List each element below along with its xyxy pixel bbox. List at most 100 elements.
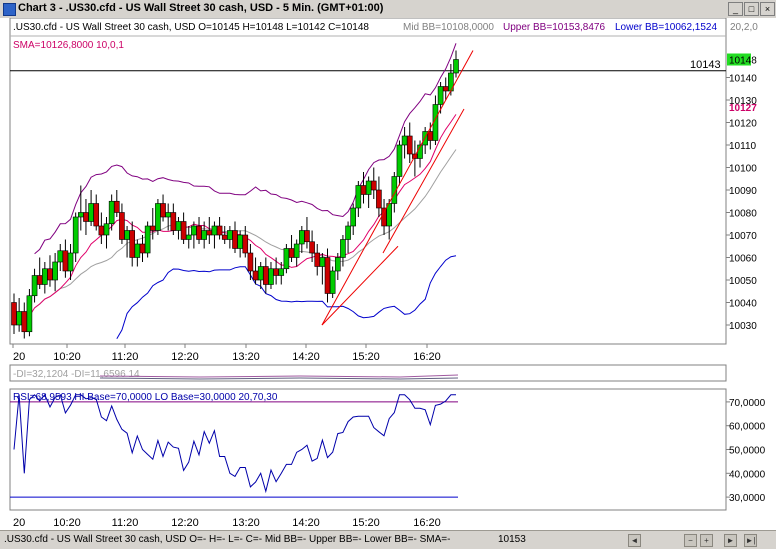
window-title-bar: Chart 3 - .US30.cfd - US Wall Street 30 … xyxy=(0,0,776,19)
current-price-line-label: 10143 xyxy=(690,59,721,71)
main-y-tick-label: 10090 xyxy=(729,186,757,197)
main-y-tick-label: 10080 xyxy=(729,209,757,220)
main-y-tick-label: 10100 xyxy=(729,164,757,175)
candle-body xyxy=(83,212,89,222)
candle-body xyxy=(36,275,43,285)
status-text: .US30.cfd - US Wall Street 30 cash, USD … xyxy=(4,534,451,545)
candle-body xyxy=(62,250,69,272)
candle-body xyxy=(160,203,166,218)
candle-body xyxy=(227,230,233,240)
scroll-left-icon[interactable]: ◄ xyxy=(628,534,641,547)
candle-body xyxy=(345,225,351,240)
candle-body xyxy=(365,180,372,195)
main-x-tick-label: 20 xyxy=(13,351,25,363)
main-x-tick-label: 11:20 xyxy=(112,351,139,363)
rsi-y-tick-label: 50,0000 xyxy=(729,446,766,457)
rsi-x-tick-label: 11:20 xyxy=(112,517,139,529)
candle-body xyxy=(201,230,207,240)
candle-body xyxy=(42,268,48,285)
rsi-y-tick-label: 40,0000 xyxy=(729,469,766,480)
candle-body xyxy=(252,270,259,281)
candle-body xyxy=(206,230,213,236)
rsi-x-tick-label: 14:20 xyxy=(292,517,320,529)
candle-body xyxy=(191,225,197,236)
candle-body xyxy=(340,239,346,258)
candle-body xyxy=(406,135,413,155)
chart-area[interactable]: .US30.cfd - US Wall Street 30 cash, USD … xyxy=(0,17,776,532)
candle-body xyxy=(221,234,228,240)
candle-body xyxy=(196,225,202,240)
main-x-tick-label: 13:20 xyxy=(232,351,260,363)
rsi-y-axis: 30,0000 40,0000 50,0000 60,0000 70,0000 xyxy=(726,398,766,504)
status-bar: .US30.cfd - US Wall Street 30 cash, USD … xyxy=(0,530,776,549)
candle-body xyxy=(16,311,22,326)
rsi-y-tick-label: 60,0000 xyxy=(729,422,766,433)
sma-label: SMA=10126,8000 10,0,1 xyxy=(13,40,124,51)
candle-body xyxy=(124,230,130,240)
rsi-panel[interactable] xyxy=(9,388,727,511)
candle-body xyxy=(155,203,161,231)
main-y-tick-label: 10140 xyxy=(729,74,757,85)
candle-body xyxy=(21,311,28,333)
minimize-button[interactable]: _ xyxy=(728,2,743,16)
candle-body xyxy=(293,243,300,258)
chart-svg[interactable]: .US30.cfd - US Wall Street 30 cash, USD … xyxy=(0,17,776,532)
candle-body xyxy=(350,207,357,227)
candle-body xyxy=(263,266,269,285)
candle-body xyxy=(57,250,64,263)
close-button[interactable]: × xyxy=(760,2,775,16)
candle-body xyxy=(31,275,38,297)
candle-body xyxy=(324,257,331,294)
candle-body xyxy=(288,248,295,258)
main-y-tick-label: 10040 xyxy=(729,299,757,310)
candle-body xyxy=(370,180,377,191)
main-x-tick-label: 15:20 xyxy=(352,351,380,363)
candle-body xyxy=(242,234,249,254)
main-x-tick-label: 16:20 xyxy=(413,351,441,363)
scroll-end-icon[interactable]: ►| xyxy=(744,534,757,547)
candle-body xyxy=(149,225,156,231)
candle-body xyxy=(232,230,238,249)
sma-value-label: 10127 xyxy=(729,103,757,114)
main-y-tick-label: 10030 xyxy=(729,321,757,332)
candle-body xyxy=(211,225,218,236)
rsi-x-tick-label: 16:20 xyxy=(413,517,441,529)
candle-body xyxy=(329,270,336,294)
candle-body xyxy=(216,225,223,236)
last-price-label: 10148 xyxy=(729,56,757,67)
candle-body xyxy=(319,257,326,267)
candle-body xyxy=(144,225,151,254)
upper-bb-label: Upper BB=10153,8476 xyxy=(503,22,605,33)
scroll-right-icon[interactable]: ► xyxy=(724,534,737,547)
main-x-axis: 20 10:20 11:20 12:20 13:20 14:20 15:20 16:20 xyxy=(12,344,441,363)
maximize-button[interactable]: □ xyxy=(744,2,759,16)
zoom-in-icon[interactable]: + xyxy=(700,534,713,547)
candle-body xyxy=(52,261,58,281)
candle-body xyxy=(247,252,254,272)
rsi-x-tick-label: 10:20 xyxy=(53,517,81,529)
zoom-out-icon[interactable]: − xyxy=(684,534,697,547)
rsi-x-tick-label: 12:20 xyxy=(171,517,199,529)
rsi-y-tick-label: 30,0000 xyxy=(729,493,766,504)
main-y-tick-label: 10120 xyxy=(729,119,757,130)
candle-body xyxy=(180,221,187,240)
candle-body xyxy=(78,212,84,218)
main-y-tick-label: 10110 xyxy=(729,141,757,152)
candle-body xyxy=(93,203,100,227)
candle-body xyxy=(26,295,33,333)
main-x-tick-label: 14:20 xyxy=(292,351,320,363)
candle-body xyxy=(67,252,74,272)
candle-body xyxy=(134,243,141,258)
candle-body xyxy=(273,268,279,276)
candle-body xyxy=(268,268,274,285)
mid-bb-label: Mid BB=10108,0000 xyxy=(403,22,494,33)
candle-body xyxy=(185,234,192,240)
candle-body xyxy=(304,230,310,243)
window-title: Chart 3 - .US30.cfd - US Wall Street 30 … xyxy=(18,2,384,14)
candle-body xyxy=(129,230,136,258)
candle-body xyxy=(88,203,94,222)
candle-body xyxy=(453,59,459,74)
candle-body xyxy=(98,225,105,236)
main-chart-title: .US30.cfd - US Wall Street 30 cash, USD … xyxy=(13,22,369,33)
candle-body xyxy=(257,266,264,281)
